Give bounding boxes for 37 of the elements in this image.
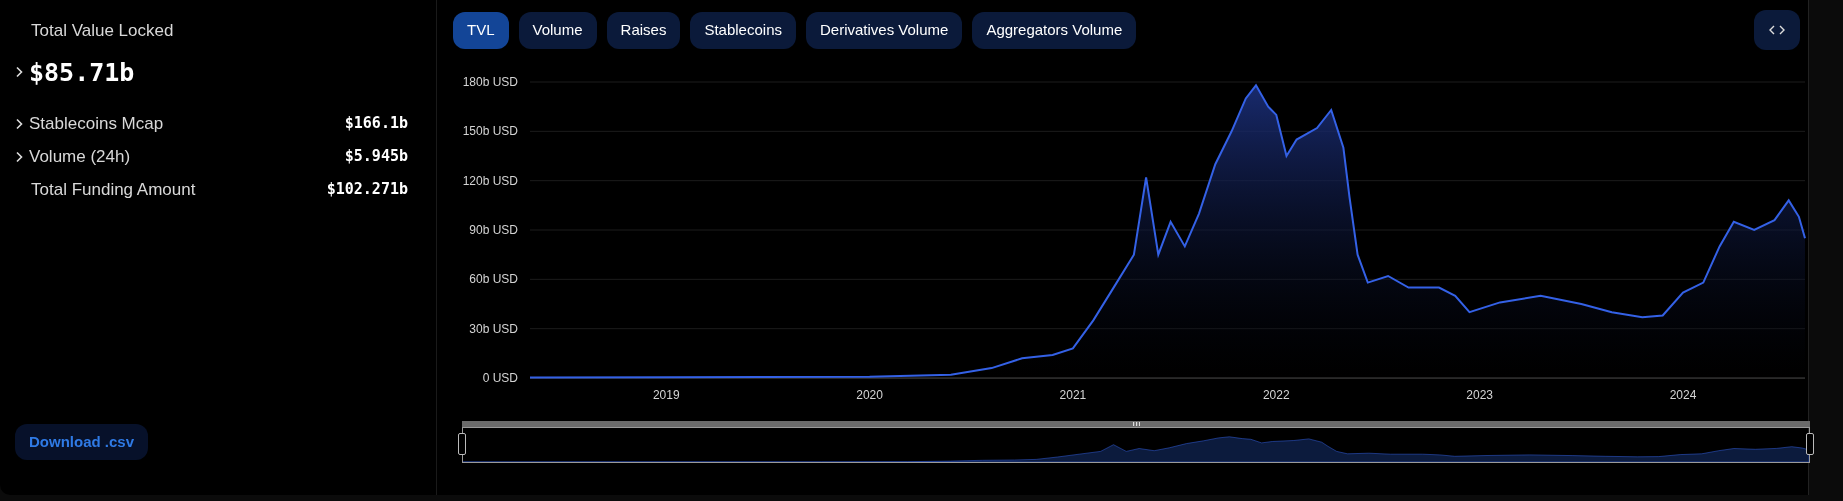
summary-label: Total Value Locked	[31, 20, 175, 42]
chart-tab[interactable]: Raises	[606, 11, 681, 49]
grip-icon	[1132, 422, 1140, 426]
chart-tab[interactable]: Stablecoins	[690, 11, 796, 49]
embed-button[interactable]	[1754, 10, 1800, 50]
y-axis-label: 60b USD	[469, 272, 518, 287]
chart-tab[interactable]: Aggregators Volume	[972, 11, 1137, 49]
chevron-right-icon[interactable]	[15, 117, 24, 130]
x-axis-label: 2023	[1466, 388, 1493, 402]
navigator-scrollbar[interactable]	[462, 421, 1810, 427]
chevron-right-icon[interactable]	[15, 150, 24, 163]
navigator-handle[interactable]	[1806, 433, 1814, 455]
x-axis-label: 2020	[856, 388, 883, 402]
summary-value: $85.71b	[29, 56, 135, 89]
chart-tab[interactable]: Derivatives Volume	[806, 11, 963, 49]
metric-value: $102.271b	[326, 179, 408, 201]
download-button[interactable]: Download .csv	[15, 424, 149, 460]
y-axis-label: 180b USD	[462, 75, 518, 89]
metric-label: Stablecoins Mcap	[29, 112, 164, 135]
code-icon	[1769, 25, 1785, 35]
navigator-handle[interactable]	[458, 433, 466, 455]
y-axis-label: 150b USD	[462, 124, 518, 139]
metric-label: Volume (24h)	[29, 145, 131, 168]
y-axis-label: 120b USD	[462, 173, 518, 188]
x-axis-label: 2019	[652, 388, 680, 402]
chart-tab[interactable]: TVL	[453, 11, 509, 49]
metric-value: $5.945b	[344, 146, 408, 168]
x-axis-label: 2021	[1059, 388, 1087, 402]
y-axis-label: 0 USD	[482, 371, 518, 385]
x-axis-label: 2022	[1262, 388, 1290, 402]
x-axis-label: 2024	[1669, 388, 1697, 402]
chevron-right-icon[interactable]	[15, 66, 24, 79]
chart-tab[interactable]: Volume	[518, 11, 597, 49]
y-axis-label: 30b USD	[469, 321, 518, 336]
metric-value: $166.1b	[344, 113, 408, 135]
y-axis-label: 90b USD	[469, 223, 518, 237]
metric-label: Total Funding Amount	[31, 178, 196, 201]
